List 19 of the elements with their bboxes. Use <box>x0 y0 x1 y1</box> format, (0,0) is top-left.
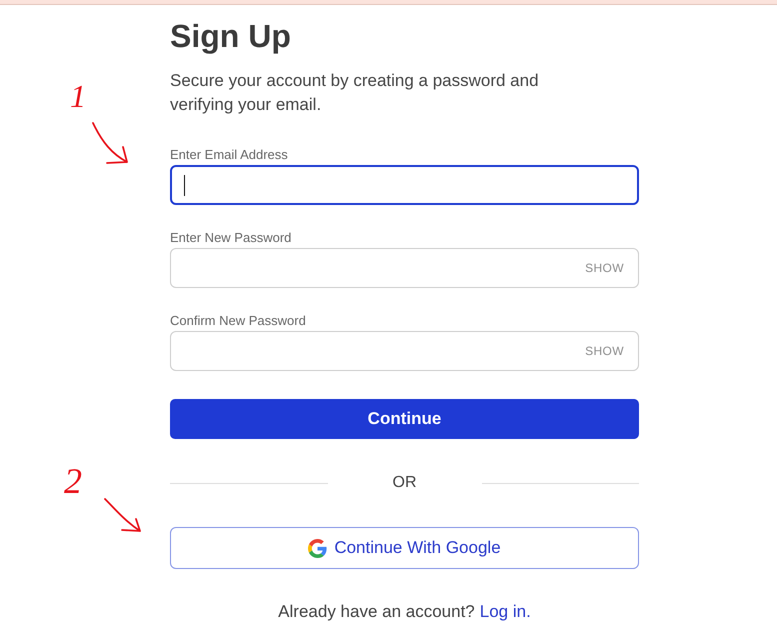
login-link[interactable]: Log in. <box>480 600 531 624</box>
annotation-number: 1 <box>70 80 86 112</box>
annotation-number: 2 <box>64 463 82 499</box>
email-field[interactable] <box>170 165 639 205</box>
google-signin-button[interactable]: Continue With Google <box>170 527 639 569</box>
login-prompt: Already have an account? <box>278 601 475 623</box>
password-field[interactable]: SHOW <box>170 331 639 371</box>
field-label: Enter Email Address <box>170 146 288 162</box>
page-title: Sign Up <box>170 17 291 56</box>
g-logo-icon <box>308 538 328 558</box>
field-label: Enter New Password <box>170 230 292 246</box>
page-subtitle: Secure your account by creating a password and verifying your email. <box>170 70 540 116</box>
continue-button[interactable]: Continue <box>170 399 639 439</box>
or-label: OR <box>392 473 416 493</box>
show-password-button[interactable]: SHOW <box>585 261 624 275</box>
show-password-button[interactable]: SHOW <box>585 344 624 358</box>
field-label: Confirm New Password <box>170 312 306 328</box>
text-cursor-icon <box>184 174 185 196</box>
password-field[interactable]: SHOW <box>170 248 639 288</box>
